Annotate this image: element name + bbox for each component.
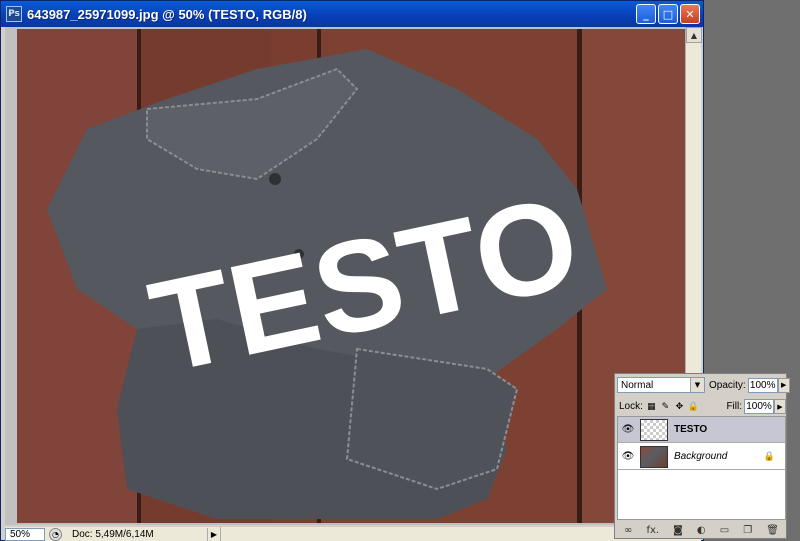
eye-icon[interactable]: 👁 bbox=[620, 449, 636, 465]
zoom-field[interactable]: 50% bbox=[5, 527, 45, 541]
lock-icon: 🔒 bbox=[763, 451, 775, 462]
status-menu-arrow-icon[interactable]: ▶ bbox=[208, 528, 220, 541]
minimize-button[interactable]: _ bbox=[636, 4, 656, 24]
status-info-icon[interactable]: ◔ bbox=[49, 527, 62, 541]
fill-arrow-icon[interactable]: ▶ bbox=[774, 399, 786, 414]
document-window: Ps 643987_25971099.jpg @ 50% (TESTO, RGB… bbox=[0, 0, 704, 541]
window-title: 643987_25971099.jpg @ 50% (TESTO, RGB/8) bbox=[27, 6, 307, 22]
document-size-info: Doc: 5,49M/6,14M bbox=[68, 527, 208, 541]
opacity-arrow-icon[interactable]: ▶ bbox=[777, 377, 790, 393]
layer-row-testo[interactable]: 👁 TESTO bbox=[618, 417, 785, 443]
image-canvas[interactable]: TESTO bbox=[17, 29, 685, 523]
lock-position-icon[interactable]: ✥ bbox=[674, 401, 685, 412]
close-button[interactable]: ✕ bbox=[680, 4, 700, 24]
chevron-down-icon[interactable]: ▼ bbox=[690, 378, 704, 392]
link-icon[interactable]: ∞ bbox=[624, 525, 632, 536]
photo-render: TESTO bbox=[17, 29, 685, 523]
lock-transparency-icon[interactable]: ▦ bbox=[646, 401, 657, 412]
trash-icon[interactable]: 🗑 bbox=[766, 525, 779, 536]
status-bar: 50% ◔ Doc: 5,49M/6,14M ▶ bbox=[5, 527, 701, 541]
layer-thumbnail bbox=[640, 418, 668, 441]
layer-list: 👁 TESTO 👁 Background 🔒 bbox=[617, 416, 786, 520]
layer-name: Background bbox=[674, 451, 728, 462]
photoshop-icon: Ps bbox=[6, 6, 22, 22]
adjustment-icon[interactable]: ◐ bbox=[697, 525, 706, 536]
blend-mode-value: Normal bbox=[621, 379, 654, 391]
layers-panel: Normal ▼ Opacity: 100% ▶ Lock: ▦ ✎ ✥ 🔒 F… bbox=[614, 373, 790, 539]
fill-label: Fill: bbox=[726, 401, 742, 412]
fill-field[interactable]: 100% bbox=[744, 399, 774, 414]
eye-icon[interactable]: 👁 bbox=[620, 422, 636, 438]
scroll-up-icon[interactable]: ▲ bbox=[686, 27, 702, 43]
opacity-field[interactable]: 100% bbox=[747, 377, 778, 393]
maximize-button[interactable]: □ bbox=[658, 4, 678, 24]
canvas-area: TESTO ▲ ▼ bbox=[5, 27, 702, 525]
layers-bottom-toolbar: ∞ fx. ◙ ◐ ▭ ❐ 🗑 bbox=[617, 522, 786, 538]
lock-label: Lock: bbox=[619, 401, 643, 412]
blend-mode-select[interactable]: Normal ▼ bbox=[617, 377, 705, 393]
folder-icon[interactable]: ▭ bbox=[720, 525, 729, 536]
title-bar[interactable]: Ps 643987_25971099.jpg @ 50% (TESTO, RGB… bbox=[1, 1, 703, 27]
lock-pixels-icon[interactable]: ✎ bbox=[660, 401, 671, 412]
layer-row-background[interactable]: 👁 Background 🔒 bbox=[618, 444, 785, 470]
layer-name: TESTO bbox=[674, 424, 708, 435]
new-layer-icon[interactable]: ❐ bbox=[743, 525, 752, 536]
layer-thumbnail bbox=[640, 445, 668, 468]
mask-icon[interactable]: ◙ bbox=[673, 525, 683, 536]
fx-icon[interactable]: fx. bbox=[646, 525, 659, 536]
lock-all-icon[interactable]: 🔒 bbox=[688, 401, 699, 412]
opacity-label: Opacity: bbox=[709, 379, 746, 391]
